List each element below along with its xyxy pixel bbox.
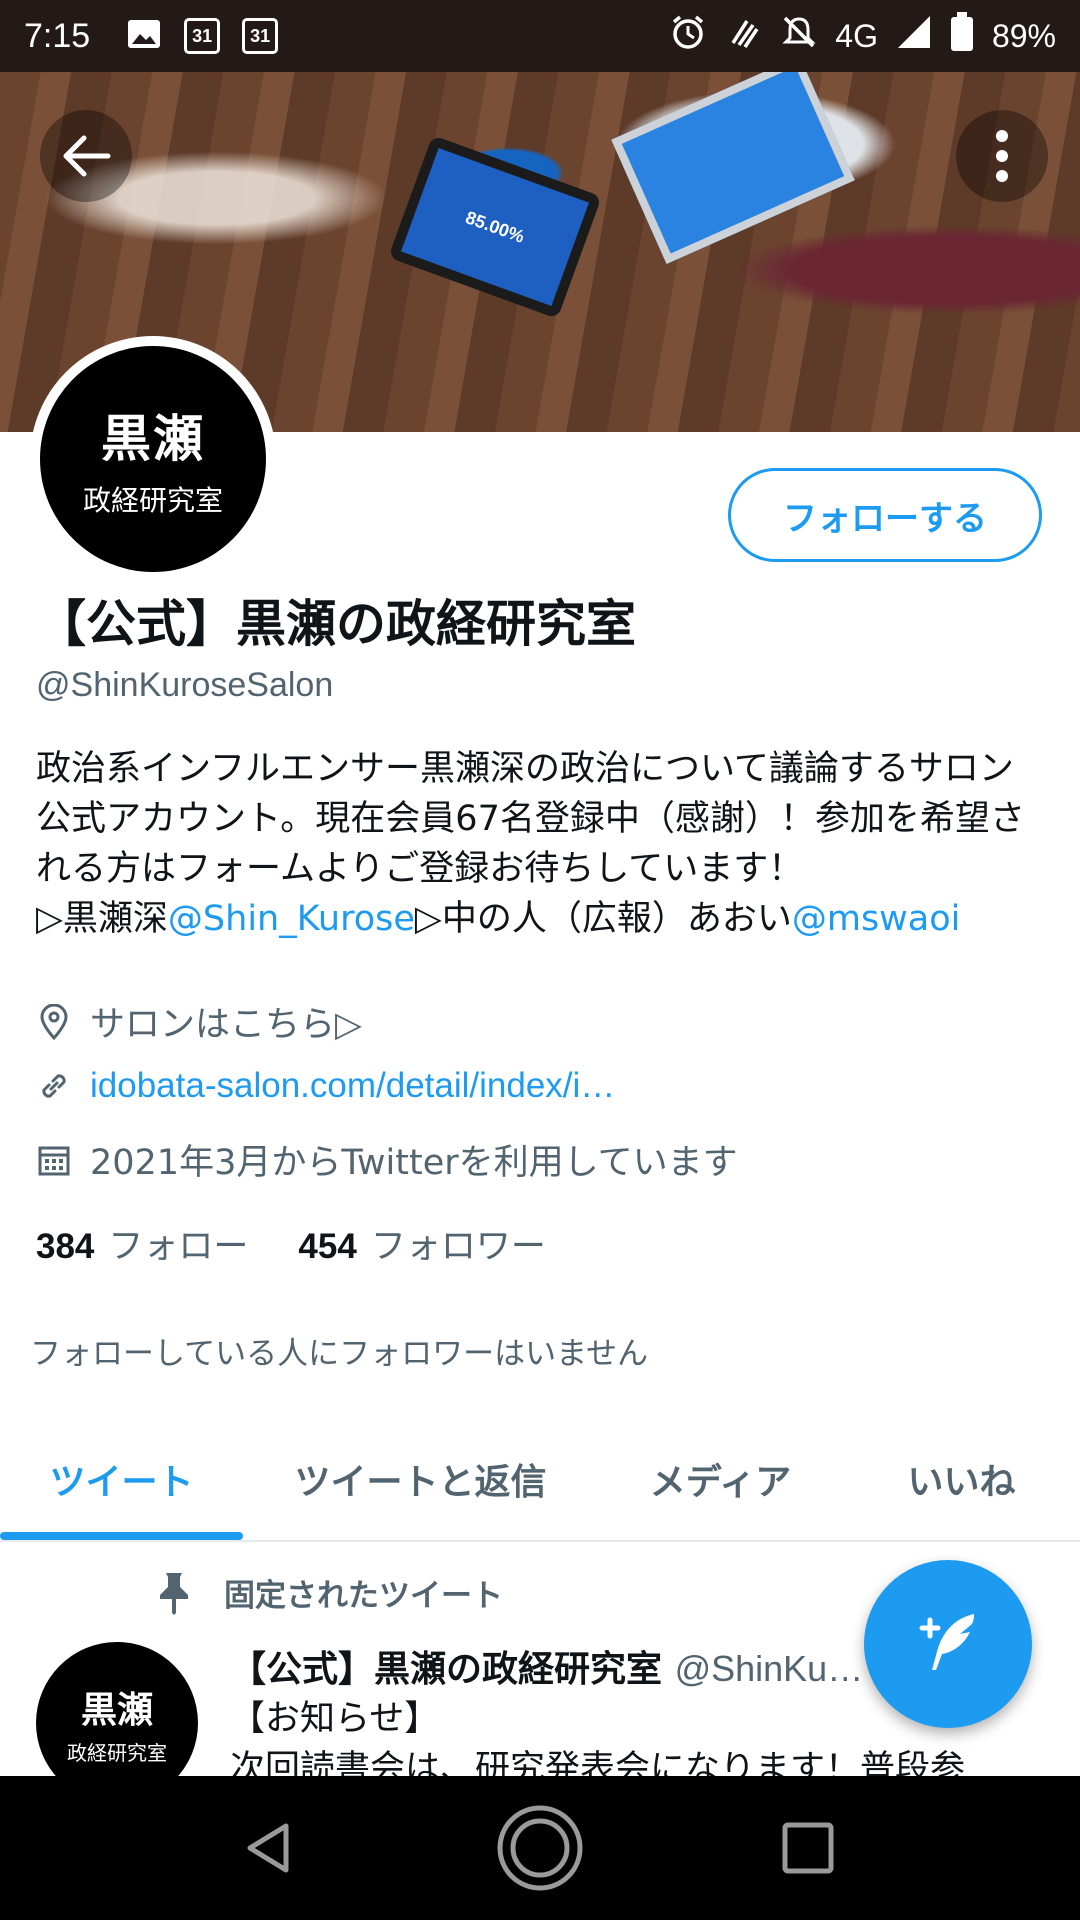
pinned-tweet-label: 固定されたツイート [154,1570,503,1615]
avatar-text-main: 黒瀬 [101,410,205,468]
laptop-graphic [611,72,855,265]
image-notification-icon [126,16,162,56]
location-text: サロンはこちら▷ [90,1005,362,1045]
avatar-text-sub: 政経研究室 [82,484,223,517]
network-type: 4G [835,17,878,54]
following-count: 384 [36,1227,95,1266]
no-common-followers-text: フォローしている人にフォロワーはいません [30,1336,649,1372]
website-link[interactable]: idobata-salon.com/detail/index/i… [90,1066,615,1106]
tab-likes[interactable]: いいね [843,1420,1080,1538]
calendar-icon: 31 [242,18,279,54]
mute-icon [781,14,817,58]
follow-button[interactable]: フォローする [728,468,1042,562]
profile-website[interactable]: idobata-salon.com/detail/index/i… [36,1066,615,1106]
profile-bio: 政治系インフルエンサー黒瀬深の政治について議論するサロン公式アカウント。現在会員… [36,744,1046,944]
compose-feather-icon [919,1614,974,1670]
nav-home-icon [497,1805,583,1891]
calendar-icon [36,1142,72,1178]
pinned-label-text: 固定されたツイート [224,1578,503,1614]
link-icon [36,1068,72,1104]
tab-media[interactable]: メディア [598,1420,843,1538]
calendar-icon: 31 [184,18,221,54]
battery-percent: 89% [991,17,1056,54]
alarm-icon [669,13,707,59]
status-time: 7:15 [24,16,91,55]
bio-mention-link[interactable]: @mswaoi [792,899,961,939]
tweet-author-handle: @ShinKu… [674,1648,864,1689]
nav-back-button[interactable] [220,1800,316,1896]
nav-recents-button[interactable] [760,1800,856,1896]
battery-icon [950,12,974,60]
avatar-text-sub: 政経研究室 [67,1740,167,1765]
pin-icon [154,1571,194,1615]
compose-tweet-button[interactable] [864,1560,1032,1728]
followers-count-link[interactable]: 454 フォロワー [298,1218,545,1269]
profile-handle: @ShinKuroseSalon [36,666,334,704]
status-bar: 7:15 31 31 4G 89% [0,0,1080,72]
profile-location: サロンはこちら▷ [36,996,362,1047]
tweet-header: 【公式】黒瀬の政経研究室 @ShinKu… [230,1640,863,1692]
profile-avatar[interactable]: 黒瀬 政経研究室 [30,336,276,582]
tweet-text-line: 【お知らせ】 [230,1699,440,1739]
following-count-link[interactable]: 384 フォロー [36,1218,248,1269]
location-pin-icon [36,1003,72,1040]
tweet-author-name[interactable]: 【公式】黒瀬の政経研究室 [230,1649,662,1690]
follow-counts: 384 フォロー 454 フォロワー [36,1218,546,1269]
followers-count: 454 [298,1227,357,1266]
followers-label: フォロワー [370,1227,546,1267]
profile-tabs: ツイート ツイートと返信 メディア いいね [0,1420,1080,1542]
avatar-text-main: 黒瀬 [80,1689,153,1731]
profile-joined: 2021年3月からTwitterを利用しています [36,1134,738,1185]
following-label: フォロー [108,1227,249,1267]
tab-tweets-and-replies[interactable]: ツイートと返信 [243,1420,598,1538]
joined-text: 2021年3月からTwitterを利用しています [90,1143,738,1183]
bio-mention-link[interactable]: @Shin_Kurose [168,899,415,939]
more-options-button[interactable] [956,110,1048,202]
nfc-icon [725,13,763,59]
active-tab-indicator [0,1532,243,1540]
system-navigation-bar [0,1776,1080,1920]
back-button[interactable] [40,110,132,202]
tab-tweets[interactable]: ツイート [0,1420,243,1538]
tablet-graphic: 85.00% [388,135,602,319]
more-vertical-icon [996,130,1008,182]
nav-home-button[interactable] [492,1800,588,1896]
nav-recents-icon [782,1822,834,1874]
bio-text: 政治系インフルエンサー黒瀬深の政治について議論するサロン公式アカウント。現在会員… [36,749,1025,889]
nav-back-icon [247,1823,289,1873]
bio-middle: ▷中の人（広報）あおい [414,899,792,939]
bio-prefix: ▷黒瀬深 [36,899,168,939]
back-arrow-icon [63,135,111,177]
signal-icon [896,14,932,58]
profile-name: 【公式】黒瀬の政経研究室 [36,595,636,653]
